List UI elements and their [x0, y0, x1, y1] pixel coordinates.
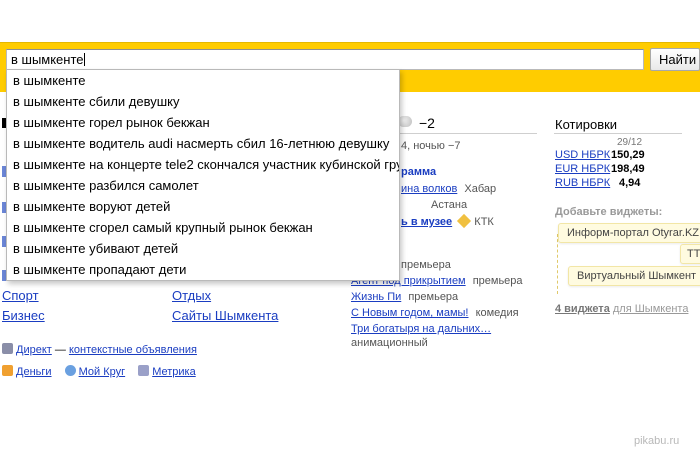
direct-link[interactable]: Директ: [16, 344, 52, 356]
tv-tag: премьера: [472, 275, 523, 287]
quote-row: RUB НБРК 4,94: [555, 177, 685, 189]
widgets-title: Добавьте виджеты:: [555, 206, 663, 218]
quote-value: 4,94: [619, 177, 641, 189]
tv-row: С Новым годом, мамы! комедия: [351, 307, 519, 319]
quote-row: EUR НБРК 198,49: [555, 163, 685, 175]
tv-channel: КТК: [474, 216, 494, 228]
suggestion-item[interactable]: в шымкенте разбился самолет: [7, 175, 399, 196]
suggestion-item[interactable]: в шымкенте пропадают дети: [7, 259, 399, 280]
quote-row: USD НБРК 150,29: [555, 149, 685, 161]
quote-value: 150,29: [611, 149, 645, 161]
search-button[interactable]: Найти: [650, 48, 700, 71]
tv-program-title[interactable]: рамма: [401, 166, 436, 178]
widgets-count: 4 виджета для Шымкента: [555, 303, 688, 315]
services-link-leisure[interactable]: Отдых: [172, 288, 211, 303]
services-link-city-sites[interactable]: Сайты Шымкента: [172, 308, 278, 323]
metrika-icon: [138, 365, 150, 376]
tv-channel: Хабар: [464, 183, 497, 195]
suggestion-item[interactable]: в шымкенте сгорел самый крупный рынок бе…: [7, 217, 399, 238]
tv-show-link[interactable]: С Новым годом, мамы!: [351, 307, 469, 319]
weather-temp: −2: [419, 115, 435, 131]
tv-row: ина волков Хабар: [401, 183, 496, 195]
ktk-logo-icon: [457, 213, 472, 229]
widget-connector: [557, 234, 558, 294]
widget-otyrar[interactable]: Информ-портал Otyrar.KZ: [558, 223, 700, 243]
weather-forecast: 4, ночью −7: [401, 140, 461, 152]
cloud-icon: [398, 116, 412, 127]
tv-channel: Астана: [431, 199, 468, 211]
tv-show-link[interactable]: Три богатыря на дальних…: [351, 323, 491, 335]
suggestion-item[interactable]: в шымкенте сбили девушку: [7, 91, 399, 112]
quote-name-link[interactable]: RUB НБРК: [555, 177, 610, 189]
my-circle-icon: [64, 365, 76, 376]
services-link-sport[interactable]: Спорт: [2, 288, 39, 303]
search-query: в шымкенте: [11, 52, 84, 67]
my-circle-link[interactable]: Мой Круг: [79, 366, 126, 378]
quotes-title: Котировки: [555, 117, 618, 132]
suggestion-item[interactable]: в шымкенте на концерте tele2 скончался у…: [7, 154, 399, 175]
widget-virtual-shymkent[interactable]: Виртуальный Шымкент: [568, 266, 700, 286]
direct-icon: [2, 343, 13, 354]
bottom-links: Деньги Мой Круг Метрика: [2, 365, 196, 378]
money-link[interactable]: Деньги: [16, 366, 52, 378]
suggestion-dropdown: в шымкенте в шымкенте сбили девушку в шы…: [6, 69, 400, 281]
watermark: pikabu.ru: [634, 435, 680, 447]
quote-value: 198,49: [611, 163, 645, 175]
metrika-link[interactable]: Метрика: [152, 366, 196, 378]
suggestion-item[interactable]: в шымкенте воруют детей: [7, 196, 399, 217]
money-icon: [2, 365, 13, 376]
tv-tag: премьера: [401, 259, 451, 271]
tv-row: ь в музее КТК: [401, 213, 494, 229]
widgets-count-link[interactable]: 4 виджета: [555, 303, 610, 315]
widget-tt[interactable]: TT: [680, 244, 700, 264]
tv-show-link[interactable]: ина волков: [401, 183, 457, 195]
widgets-count-suffix[interactable]: для Шымкента: [613, 303, 689, 315]
suggestion-item[interactable]: в шымкенте убивают детей: [7, 238, 399, 259]
suggestion-item[interactable]: в шымкенте горел рынок бекжан: [7, 112, 399, 133]
tv-row: Три богатыря на дальних…: [351, 323, 491, 335]
suggestion-item[interactable]: в шымкенте: [7, 70, 399, 91]
text-caret: [83, 53, 85, 66]
direct-dash: —: [54, 344, 66, 356]
quote-name-link[interactable]: EUR НБРК: [555, 163, 610, 175]
direct-row: Директ — контекстные объявления: [2, 343, 197, 356]
quotes-date: 29/12: [617, 137, 643, 148]
suggestion-item[interactable]: в шымкенте водитель audi насмерть сбил 1…: [7, 133, 399, 154]
tv-tag: анимационный: [351, 337, 428, 349]
quotes-divider: [554, 133, 682, 134]
tv-row: Жизнь Пи премьера: [351, 291, 458, 303]
direct-desc-link[interactable]: контекстные объявления: [69, 344, 197, 356]
tv-tag: комедия: [475, 307, 519, 319]
services-link-business[interactable]: Бизнес: [2, 308, 45, 323]
search-input[interactable]: в шымкенте: [6, 49, 644, 70]
tv-show-link[interactable]: ь в музее: [401, 216, 452, 228]
tv-show-link[interactable]: Жизнь Пи: [351, 291, 401, 303]
tv-tag: премьера: [408, 291, 459, 303]
quote-name-link[interactable]: USD НБРК: [555, 149, 610, 161]
